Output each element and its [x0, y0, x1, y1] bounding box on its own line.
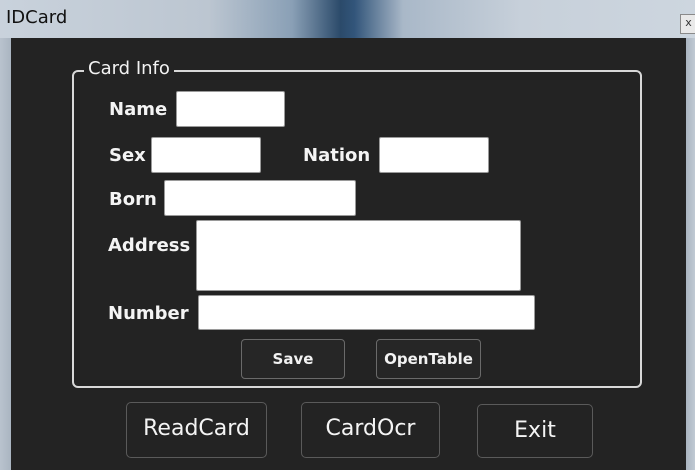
idcard-window: IDCard x Card Info Name Sex Nation Born … — [0, 0, 695, 470]
born-label: Born — [109, 189, 157, 210]
window-frame-left — [0, 38, 11, 470]
read-card-button[interactable]: ReadCard — [126, 402, 267, 458]
name-label: Name — [109, 99, 168, 120]
address-label: Address — [108, 235, 191, 256]
exit-button[interactable]: Exit — [477, 404, 593, 458]
sex-field[interactable] — [151, 137, 261, 173]
open-table-button[interactable]: OpenTable — [376, 339, 481, 379]
nation-field[interactable] — [379, 137, 489, 173]
number-label: Number — [108, 303, 189, 324]
title-bar[interactable]: IDCard x — [0, 0, 695, 39]
address-field[interactable] — [196, 220, 521, 291]
number-field[interactable] — [198, 295, 535, 330]
born-input[interactable] — [165, 181, 355, 215]
close-button[interactable]: x — [680, 14, 695, 34]
name-input[interactable] — [177, 92, 284, 126]
nation-input[interactable] — [380, 138, 488, 172]
name-field[interactable] — [176, 91, 285, 127]
sex-input[interactable] — [152, 138, 260, 172]
nation-label: Nation — [303, 145, 371, 166]
card-ocr-button[interactable]: CardOcr — [301, 402, 440, 458]
card-info-title: Card Info — [84, 58, 174, 79]
window-title: IDCard — [6, 7, 68, 28]
sex-label: Sex — [109, 145, 146, 166]
born-field[interactable] — [164, 180, 356, 216]
address-input[interactable] — [197, 221, 520, 290]
save-button[interactable]: Save — [241, 339, 345, 379]
window-frame-right — [686, 38, 695, 470]
number-input[interactable] — [199, 296, 534, 329]
close-icon: x — [685, 16, 692, 29]
